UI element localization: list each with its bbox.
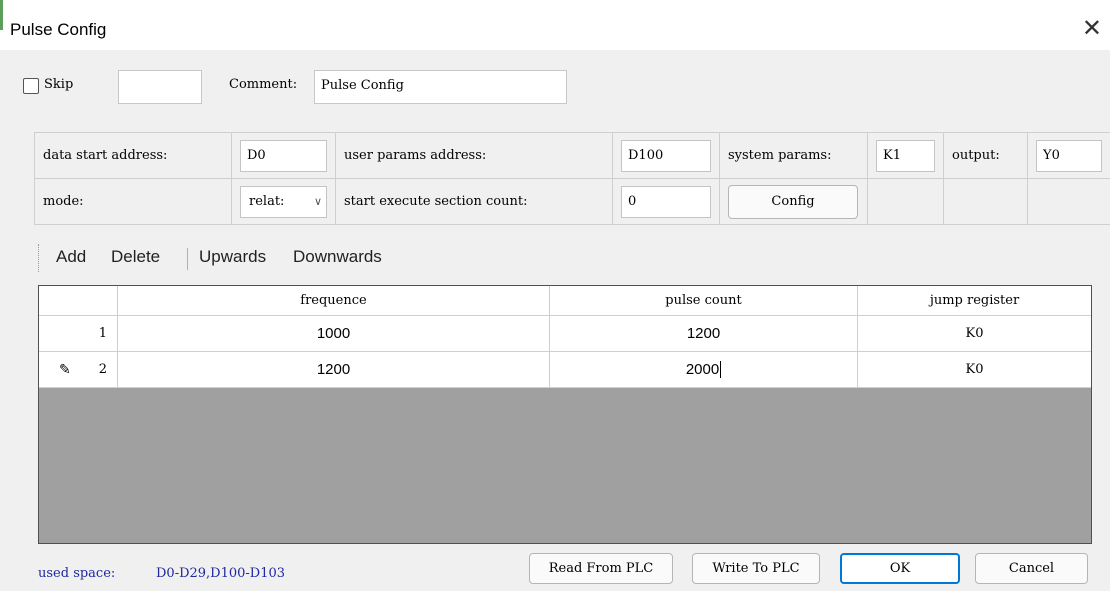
title-bar: [0, 0, 1110, 50]
cell-jump-register[interactable]: K0: [858, 352, 1091, 388]
section-count-cell: 0: [613, 179, 720, 225]
column-header-pulse-count[interactable]: pulse count: [550, 286, 858, 316]
text-cursor: [720, 361, 722, 378]
cell-frequence[interactable]: 1200: [118, 352, 550, 388]
empty-cell: [944, 179, 1028, 225]
empty-cell: [868, 179, 944, 225]
add-button[interactable]: Add: [56, 247, 86, 267]
data-start-input[interactable]: D0: [240, 139, 327, 172]
mode-cell: relat: ∨: [232, 179, 336, 225]
pulse-grid: frequence pulse count jump register 1 10…: [38, 285, 1092, 544]
cell-frequence[interactable]: 1000: [118, 316, 550, 352]
pencil-icon: ✎: [59, 361, 71, 378]
used-space-value: D0-D29,D100-D103: [156, 566, 286, 581]
grid-corner: [39, 286, 118, 316]
comment-input[interactable]: Pulse Config: [314, 70, 567, 104]
window-accent: [0, 0, 3, 30]
system-params-input[interactable]: K1: [876, 139, 935, 172]
toolbar-separator: [187, 248, 188, 270]
row-index: 2: [98, 362, 107, 377]
ok-button[interactable]: OK: [840, 553, 960, 584]
upwards-button[interactable]: Upwards: [199, 247, 266, 267]
write-to-plc-button[interactable]: Write To PLC: [692, 553, 820, 584]
downwards-button[interactable]: Downwards: [293, 247, 382, 267]
cell-pulse-count[interactable]: 1200: [550, 316, 858, 352]
close-icon[interactable]: ✕: [1082, 16, 1102, 40]
cancel-button[interactable]: Cancel: [975, 553, 1088, 584]
output-cell: Y0: [1028, 133, 1110, 179]
cell-jump-register[interactable]: K0: [858, 316, 1091, 352]
user-params-label: user params address:: [336, 133, 613, 179]
window-title: Pulse Config: [10, 20, 107, 39]
user-params-input[interactable]: D100: [621, 139, 711, 172]
cell-pulse-count-value: 2000: [685, 361, 720, 378]
skip-checkbox[interactable]: [23, 78, 39, 94]
chevron-down-icon: ∨: [313, 195, 322, 208]
skip-label: Skip: [44, 77, 74, 92]
system-params-label: system params:: [720, 133, 868, 179]
user-params-cell: D100: [613, 133, 720, 179]
mode-select-value: relat:: [249, 194, 285, 209]
mode-label: mode:: [35, 179, 232, 225]
skip-input[interactable]: [118, 70, 202, 104]
toolbar-grip: [38, 244, 39, 272]
system-params-cell: K1: [868, 133, 944, 179]
output-label: output:: [944, 133, 1028, 179]
config-button-cell: Config: [720, 179, 868, 225]
row-header[interactable]: 1: [39, 316, 118, 352]
section-count-label: start execute section count:: [336, 179, 613, 225]
section-count-input[interactable]: 0: [621, 185, 711, 218]
data-start-cell: D0: [232, 133, 336, 179]
delete-button[interactable]: Delete: [111, 247, 160, 267]
read-from-plc-button[interactable]: Read From PLC: [529, 553, 673, 584]
row-header[interactable]: ✎ 2: [39, 352, 118, 388]
column-header-jump-register[interactable]: jump register: [858, 286, 1091, 316]
comment-label: Comment:: [229, 77, 298, 92]
data-start-label: data start address:: [35, 133, 232, 179]
empty-cell: [1028, 179, 1110, 225]
cell-pulse-count-editing[interactable]: 2000: [550, 352, 858, 388]
output-input[interactable]: Y0: [1036, 139, 1102, 172]
used-space-label: used space:: [38, 566, 116, 581]
mode-select[interactable]: relat: ∨: [240, 185, 327, 218]
config-button[interactable]: Config: [728, 184, 858, 219]
column-header-frequence[interactable]: frequence: [118, 286, 550, 316]
